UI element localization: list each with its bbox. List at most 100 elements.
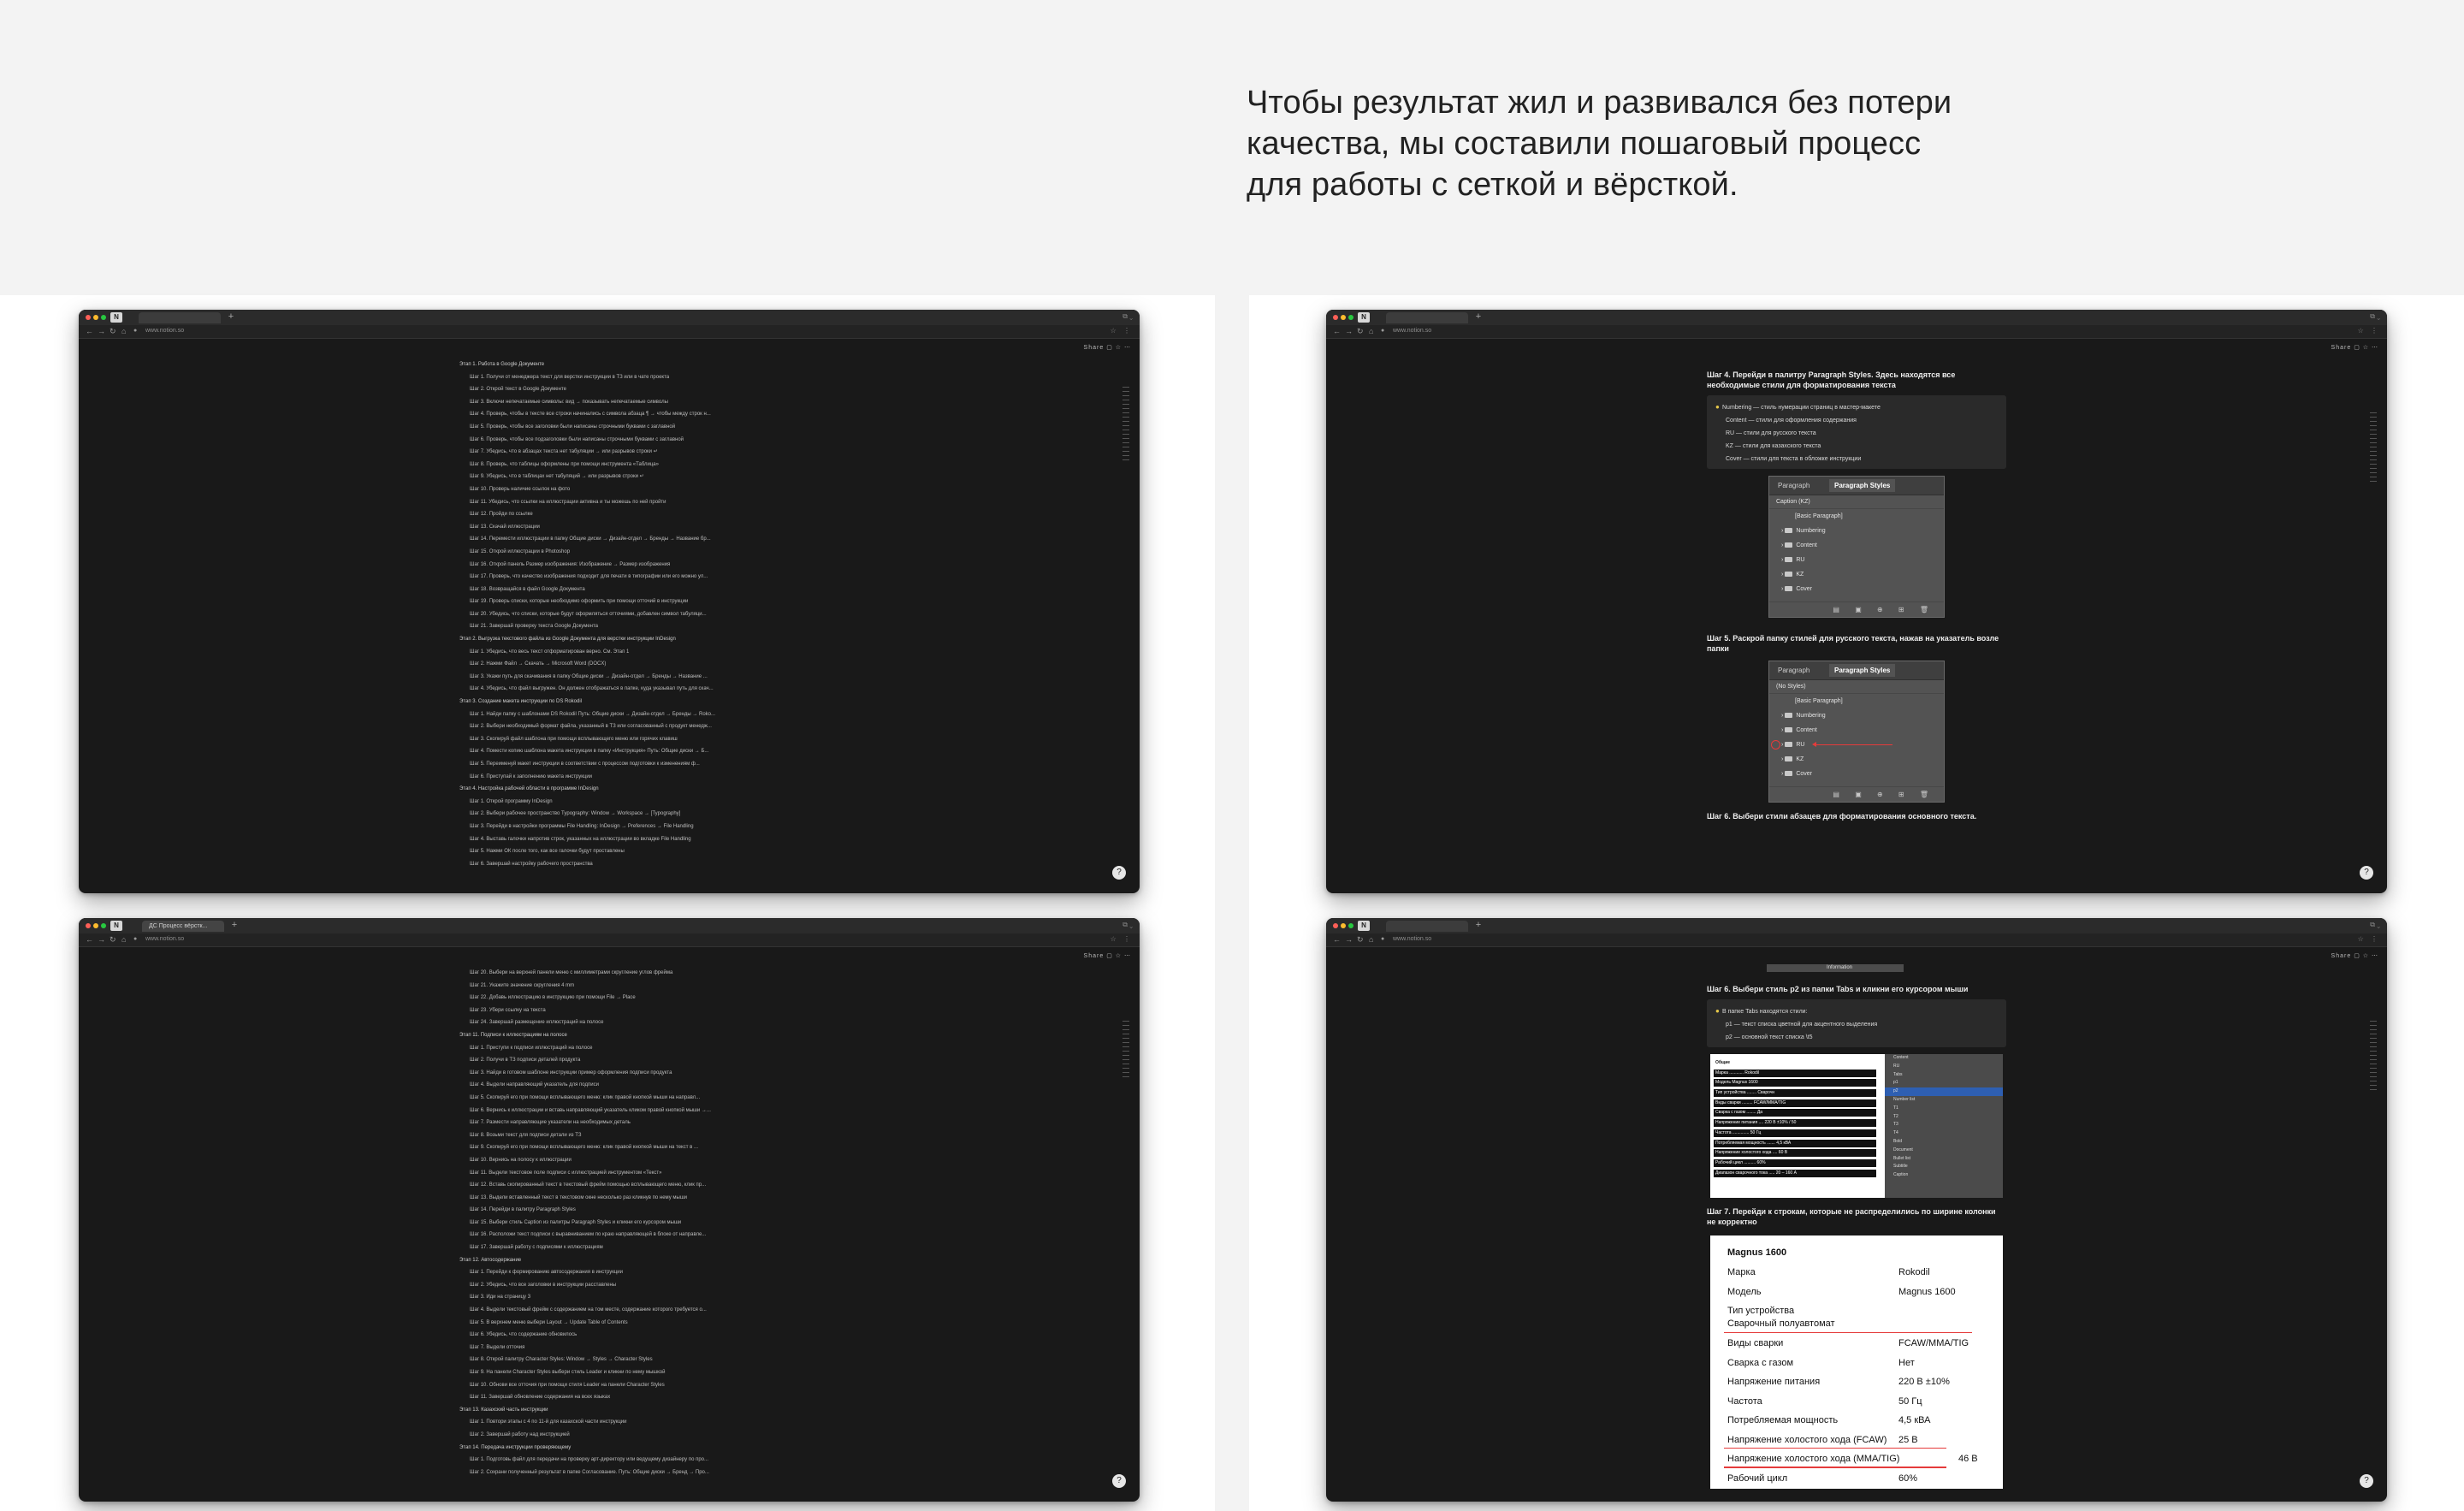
home-icon[interactable]: ⌂ bbox=[1369, 327, 1373, 335]
url-field[interactable]: www.notion.so bbox=[145, 936, 184, 942]
help-button[interactable]: ? bbox=[1112, 866, 1126, 880]
comments-icon[interactable]: ▢ bbox=[2354, 953, 2360, 959]
step-item[interactable]: Шаг 15. Выбери стиль Caption из палитры … bbox=[459, 1217, 767, 1230]
step-item[interactable]: Шаг 11. Завершай обновление содержания н… bbox=[459, 1391, 767, 1404]
favorite-icon[interactable]: ☆ bbox=[2363, 345, 2369, 351]
step-item[interactable]: Шаг 3. Скопируй файл шаблона при помощи … bbox=[459, 733, 767, 746]
more-icon[interactable]: ⋯ bbox=[2372, 953, 2378, 959]
step-item[interactable]: Шаг 19. Проверь списки, которые необходи… bbox=[459, 596, 767, 608]
tab-paragraph[interactable]: Paragraph bbox=[1778, 482, 1810, 489]
home-icon[interactable]: ⌂ bbox=[121, 935, 126, 944]
window-controls-icon[interactable]: ⧉ ⌄ bbox=[1122, 312, 1133, 321]
new-tab-icon[interactable]: + bbox=[226, 312, 236, 323]
share-button[interactable]: Share bbox=[2331, 953, 2352, 959]
style-group-kz[interactable]: › KZ bbox=[1769, 752, 1944, 767]
style-group-ru[interactable]: › RU bbox=[1769, 738, 1944, 752]
step-item[interactable]: Шаг 12. Пройди по ссылке bbox=[459, 508, 767, 521]
step-item[interactable]: Шаг 3. Укажи путь для скачивания в папку… bbox=[459, 671, 767, 684]
comments-icon[interactable]: ▢ bbox=[1106, 953, 1113, 959]
share-button[interactable]: Share bbox=[2331, 345, 2352, 351]
step-item[interactable]: Шаг 4. Убедись, что файл выгружен. Он до… bbox=[459, 683, 767, 696]
extensions-icon[interactable]: ☆ ⋮ bbox=[1111, 935, 1133, 943]
table-of-contents-minimap[interactable] bbox=[1122, 387, 1129, 464]
home-icon[interactable]: ⌂ bbox=[1369, 935, 1373, 944]
reload-icon[interactable]: ↻ bbox=[110, 935, 116, 945]
back-icon[interactable]: ← bbox=[1333, 935, 1341, 944]
step-item[interactable]: Шаг 1. Открой программу InDesign bbox=[459, 796, 767, 809]
zoom-window-button[interactable] bbox=[1348, 923, 1353, 928]
share-button[interactable]: Share bbox=[1084, 953, 1105, 959]
comments-icon[interactable]: ▢ bbox=[1106, 345, 1113, 351]
minimize-window-button[interactable] bbox=[93, 923, 98, 928]
step-item[interactable]: Шаг 10. Обнови все отточия при помощи ст… bbox=[459, 1379, 767, 1392]
step-item[interactable]: Шаг 17. Завершай работу с подписями к ил… bbox=[459, 1241, 767, 1254]
step-item[interactable]: Шаг 2. Убедись, что все заголовки в инст… bbox=[459, 1279, 767, 1292]
reload-icon[interactable]: ↻ bbox=[1357, 327, 1364, 336]
step-item[interactable]: Шаг 1. Убедись, что весь текст отформати… bbox=[459, 646, 767, 659]
more-icon[interactable]: ⋯ bbox=[1124, 953, 1131, 959]
step-item[interactable]: Шаг 11. Выдели текстовое поле подписи с … bbox=[459, 1167, 767, 1180]
tab-paragraph[interactable]: Paragraph bbox=[1778, 667, 1810, 674]
step-item[interactable]: Шаг 13. Выдели вставленный текст в текст… bbox=[459, 1192, 767, 1205]
url-field[interactable]: www.notion.so bbox=[1393, 936, 1431, 942]
minimize-window-button[interactable] bbox=[1341, 315, 1346, 320]
step-item[interactable]: Шаг 6. Приступай к заполнению макета инс… bbox=[459, 771, 767, 784]
step-item[interactable]: Шаг 2. Открой текст в Google Документе bbox=[459, 383, 767, 396]
step-item[interactable]: Шаг 4. Помести копию шаблона макета инст… bbox=[459, 745, 767, 758]
table-of-contents-minimap[interactable] bbox=[2370, 1021, 2377, 1093]
stage-heading[interactable]: Этап 14. Передача инструкции проверяющем… bbox=[459, 1442, 767, 1455]
step-item[interactable]: Шаг 11. Убедись, что ссылки на иллюстрац… bbox=[459, 496, 767, 509]
step-item[interactable]: Шаг 1. Повтори этапы с 4 по 11-й для каз… bbox=[459, 1416, 767, 1429]
style-basic-paragraph[interactable]: [Basic Paragraph] bbox=[1769, 509, 1944, 524]
step-item[interactable]: Шаг 24. Завершай размещение иллюстраций … bbox=[459, 1016, 767, 1029]
step-item[interactable]: Шаг 3. Перейди в настройки программы Fil… bbox=[459, 821, 767, 833]
browser-tab[interactable]: ДС Процесс вёрстк... bbox=[142, 921, 224, 932]
step-item[interactable]: Шаг 1. Перейди к формированию автосодерж… bbox=[459, 1266, 767, 1279]
close-window-button[interactable] bbox=[86, 923, 91, 928]
step-item[interactable]: Шаг 16. Открой панель Размер изображения… bbox=[459, 559, 767, 572]
style-group-cover[interactable]: › Cover bbox=[1769, 767, 1944, 781]
step-item[interactable]: Шаг 20. Выбери на верхней панели меню с … bbox=[459, 967, 767, 980]
close-window-button[interactable] bbox=[86, 315, 91, 320]
notion-icon[interactable]: N bbox=[1358, 312, 1370, 323]
step-item[interactable]: Шаг 9. На панели Character Styles выбери… bbox=[459, 1366, 767, 1379]
step-item[interactable]: Шаг 6. Проверь, чтобы все подзаголовки б… bbox=[459, 434, 767, 447]
back-icon[interactable]: ← bbox=[86, 327, 93, 335]
help-button[interactable]: ? bbox=[2360, 866, 2373, 880]
zoom-window-button[interactable] bbox=[101, 923, 106, 928]
share-button[interactable]: Share bbox=[1084, 345, 1105, 351]
table-of-contents-minimap[interactable] bbox=[2370, 412, 2377, 485]
minimize-window-button[interactable] bbox=[1341, 923, 1346, 928]
step-item[interactable]: Шаг 3. Включи непечатаемые символы: вид … bbox=[459, 396, 767, 409]
step-item[interactable]: Шаг 12. Вставь скопированный текст в тек… bbox=[459, 1179, 767, 1192]
close-window-button[interactable] bbox=[1333, 923, 1338, 928]
favorite-icon[interactable]: ☆ bbox=[2363, 953, 2369, 959]
help-button[interactable]: ? bbox=[1112, 1474, 1126, 1488]
step-item[interactable]: Шаг 8. Проверь, что таблицы оформлены пр… bbox=[459, 459, 767, 471]
step-item[interactable]: Шаг 4. Проверь, чтобы в тексте все строк… bbox=[459, 408, 767, 421]
style-group-kz[interactable]: › KZ bbox=[1769, 567, 1944, 582]
notion-icon[interactable]: N bbox=[1358, 921, 1370, 931]
extensions-icon[interactable]: ☆ ⋮ bbox=[2358, 327, 2380, 335]
style-group-content[interactable]: › Content bbox=[1769, 538, 1944, 553]
step-item[interactable]: Шаг 22. Добавь иллюстрацию в инструкцию … bbox=[459, 992, 767, 1004]
tab-paragraph-styles[interactable]: Paragraph Styles bbox=[1829, 479, 1896, 492]
comments-icon[interactable]: ▢ bbox=[2354, 345, 2360, 351]
step-item[interactable]: Шаг 18. Возвращайся в файл Google Докуме… bbox=[459, 584, 767, 596]
step-item[interactable]: Шаг 6. Завершай настройку рабочего прост… bbox=[459, 858, 767, 871]
notion-icon[interactable]: N bbox=[110, 921, 122, 931]
stage-heading[interactable]: Этап 1. Работа в Google Документе bbox=[459, 358, 767, 371]
step-item[interactable]: Шаг 8. Возьми текст для подписи детали и… bbox=[459, 1129, 767, 1142]
step-item[interactable]: Шаг 5. В верхнем меню выбери Layout → Up… bbox=[459, 1317, 767, 1330]
zoom-window-button[interactable] bbox=[101, 315, 106, 320]
url-field[interactable]: www.notion.so bbox=[145, 328, 184, 334]
zoom-window-button[interactable] bbox=[1348, 315, 1353, 320]
step-item[interactable]: Шаг 2. Выбери необходимый формат файла, … bbox=[459, 720, 767, 733]
step-item[interactable]: Шаг 23. Убери ссылку на текста bbox=[459, 1004, 767, 1017]
favorite-icon[interactable]: ☆ bbox=[1116, 953, 1122, 959]
step-item[interactable]: Шаг 21. Укажите значение скругления 4 mm bbox=[459, 980, 767, 993]
stage-heading[interactable]: Этап 11. Подписи к иллюстрациям на полос… bbox=[459, 1029, 767, 1042]
step-item[interactable]: Шаг 10. Проверь наличие ссылок на фото bbox=[459, 483, 767, 496]
back-icon[interactable]: ← bbox=[86, 935, 93, 944]
step-item[interactable]: Шаг 1. Подготовь файл для передачи на пр… bbox=[459, 1454, 767, 1467]
